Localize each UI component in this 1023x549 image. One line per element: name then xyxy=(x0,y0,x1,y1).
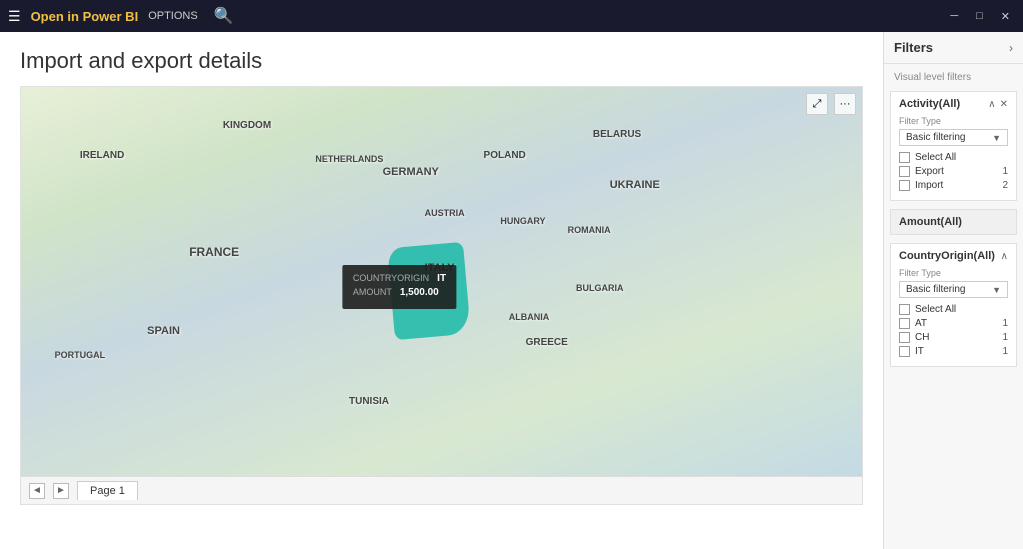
activity-select-all-label: Select All xyxy=(915,152,956,163)
activity-filter-dropdown[interactable]: Basic filtering ▼ xyxy=(899,129,1008,146)
countryorigin-select-all-item: Select All xyxy=(899,304,1008,315)
activity-filter-type-label: Filter Type xyxy=(899,116,1008,126)
minimize-button[interactable]: ─ xyxy=(945,8,963,25)
activity-export-item: Export 1 xyxy=(899,166,1008,177)
activity-collapse-icon[interactable]: ∧ xyxy=(988,99,995,110)
map-label-ukraine: UKRAINE xyxy=(610,179,660,191)
page-prev-button[interactable]: ◄ xyxy=(29,483,45,499)
options-menu[interactable]: OPTIONS xyxy=(148,10,198,22)
map-visual[interactable]: KINGDOM IRELAND NETHERLANDS GERMANY POLA… xyxy=(21,87,862,504)
countryorigin-it-checkbox[interactable] xyxy=(899,346,910,357)
map-label-ireland: IRELAND xyxy=(80,150,124,161)
countryorigin-filter-dropdown[interactable]: Basic filtering ▼ xyxy=(899,281,1008,298)
search-icon[interactable]: 🔍 xyxy=(214,8,234,25)
map-more-button[interactable]: ··· xyxy=(834,93,856,115)
report-canvas: Amount by CountryOrigin KINGDOM IRELAND … xyxy=(20,86,863,505)
countryorigin-ch-count: 1 xyxy=(1002,332,1008,343)
content-area: Import and export details Amount by Coun… xyxy=(0,32,883,549)
map-label-belarus: BELARUS xyxy=(593,129,641,140)
countryorigin-ch-checkbox[interactable] xyxy=(899,332,910,343)
activity-filter-dropdown-text: Basic filtering xyxy=(906,132,965,143)
page-tab-1[interactable]: Page 1 xyxy=(77,481,138,500)
countryorigin-at-label: AT xyxy=(915,318,927,329)
filters-collapse-button[interactable]: › xyxy=(1009,41,1013,55)
activity-import-count: 2 xyxy=(1002,180,1008,191)
countryorigin-it-label: IT xyxy=(915,346,924,357)
countryorigin-ch-label: CH xyxy=(915,332,929,343)
main-area: Import and export details Amount by Coun… xyxy=(0,32,1023,549)
map-label-germany: GERMANY xyxy=(383,166,439,178)
activity-card-controls: ∧ ✕ xyxy=(988,99,1008,110)
countryorigin-filter-dropdown-arrow: ▼ xyxy=(992,285,1001,295)
activity-close-icon[interactable]: ✕ xyxy=(1000,99,1008,110)
window-controls: ─ □ ✕ xyxy=(945,8,1015,25)
map-expand-button[interactable]: ⤢ xyxy=(806,93,828,115)
title-bar: ☰ Open in Power BI OPTIONS 🔍 ─ □ ✕ xyxy=(0,0,1023,32)
map-label-tunisia: TUNISIA xyxy=(349,396,389,407)
amount-card-title: Amount(All) xyxy=(899,216,962,228)
maximize-button[interactable]: □ xyxy=(971,8,988,25)
activity-export-checkbox[interactable] xyxy=(899,166,910,177)
countryorigin-filter-type-label: Filter Type xyxy=(899,268,1008,278)
countryorigin-card-header: CountryOrigin(All) ∧ xyxy=(899,250,1008,262)
activity-import-item: Import 2 xyxy=(899,180,1008,191)
map-label-netherlands: NETHERLANDS xyxy=(315,154,383,164)
map-label-bulgaria: BULGARIA xyxy=(576,283,624,293)
map-controls: ⤢ ··· xyxy=(806,93,856,115)
activity-export-label: Export xyxy=(915,166,944,177)
page-footer: ◄ ► Page 1 xyxy=(21,476,862,504)
countryorigin-card-controls: ∧ xyxy=(1001,251,1008,262)
page-next-button[interactable]: ► xyxy=(53,483,69,499)
filters-section-label: Visual level filters xyxy=(884,64,1023,87)
countryorigin-select-all-checkbox[interactable] xyxy=(899,304,910,315)
map-label-poland: POLAND xyxy=(484,150,526,161)
countryorigin-at-checkbox[interactable] xyxy=(899,318,910,329)
countryorigin-card-title: CountryOrigin(All) xyxy=(899,250,995,262)
map-label-france: FRANCE xyxy=(189,245,239,259)
brand-label: Open in Power BI xyxy=(31,9,139,24)
map-label-greece: GREECE xyxy=(526,337,568,348)
activity-select-all-item: Select All xyxy=(899,152,1008,163)
filters-panel: Filters › Visual level filters Activity(… xyxy=(883,32,1023,549)
filters-title: Filters xyxy=(894,40,933,55)
map-label-romania: ROMANIA xyxy=(568,225,611,235)
map-label-portugal: PORTUGAL xyxy=(55,350,106,360)
map-label-austria: AUSTRIA xyxy=(425,208,465,218)
activity-import-checkbox[interactable] xyxy=(899,180,910,191)
activity-select-all-checkbox[interactable] xyxy=(899,152,910,163)
activity-import-label: Import xyxy=(915,180,943,191)
countryorigin-select-all-label: Select All xyxy=(915,304,956,315)
activity-card-title: Activity(All) xyxy=(899,98,960,110)
map-label-albania: ALBANIA xyxy=(509,312,550,322)
search-area: 🔍 xyxy=(214,6,234,26)
countryorigin-at-item: AT 1 xyxy=(899,318,1008,329)
activity-filter-card: Activity(All) ∧ ✕ Filter Type Basic filt… xyxy=(890,91,1017,201)
hamburger-icon[interactable]: ☰ xyxy=(8,8,21,25)
page-title: Import and export details xyxy=(20,48,863,74)
countryorigin-collapse-icon[interactable]: ∧ xyxy=(1001,251,1008,262)
countryorigin-at-count: 1 xyxy=(1002,318,1008,329)
countryorigin-ch-item: CH 1 xyxy=(899,332,1008,343)
tooltip-amount-val: 1,500.00 xyxy=(400,287,439,298)
close-button[interactable]: ✕ xyxy=(996,8,1015,25)
map-tooltip: COUNTRYORIGIN IT AMOUNT 1,500.00 xyxy=(343,265,456,309)
map-label-spain: SPAIN xyxy=(147,325,180,337)
tooltip-country-val: IT xyxy=(437,273,446,284)
activity-card-header: Activity(All) ∧ ✕ xyxy=(899,98,1008,110)
tooltip-amount-key: AMOUNT xyxy=(353,287,392,298)
countryorigin-it-item: IT 1 xyxy=(899,346,1008,357)
amount-filter-card: Amount(All) xyxy=(890,209,1017,235)
activity-filter-dropdown-arrow: ▼ xyxy=(992,133,1001,143)
countryorigin-filter-dropdown-text: Basic filtering xyxy=(906,284,965,295)
map-label-hungary: HUNGARY xyxy=(500,216,545,226)
countryorigin-filter-card: CountryOrigin(All) ∧ Filter Type Basic f… xyxy=(890,243,1017,367)
map-label-kingdom: KINGDOM xyxy=(223,120,271,131)
countryorigin-it-count: 1 xyxy=(1002,346,1008,357)
filters-header: Filters › xyxy=(884,32,1023,64)
tooltip-country-key: COUNTRYORIGIN xyxy=(353,273,429,284)
activity-export-count: 1 xyxy=(1002,166,1008,177)
